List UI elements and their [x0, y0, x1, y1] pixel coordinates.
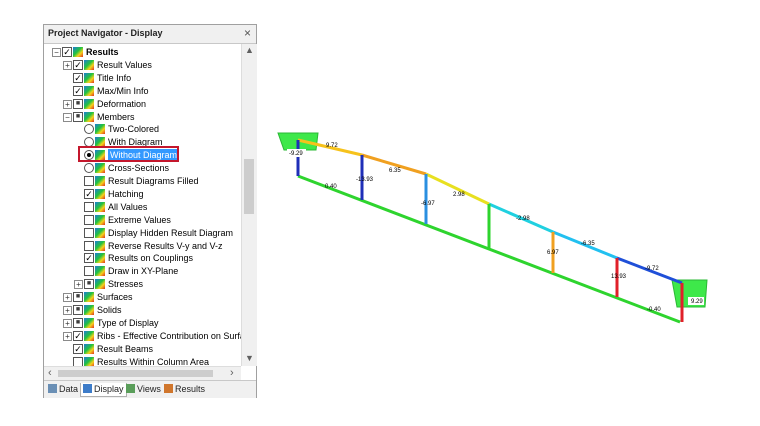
label-top-chord-6: -9.72 — [645, 266, 659, 272]
label-top-chord-4: -2.98 — [516, 216, 530, 222]
label-vertical-2: -6.97 — [421, 201, 435, 207]
label-top-chord-2: 6.35 — [389, 168, 401, 174]
label-right-end: -0.40 — [647, 307, 661, 313]
label-top-chord-3: 2.98 — [453, 192, 465, 198]
bottom-chord — [297, 174, 681, 324]
label-vertical-3: 6.97 — [547, 250, 559, 256]
label-left-support: -9.29 — [289, 151, 303, 157]
top-chord-3 — [425, 172, 490, 206]
label-left-end: 0.40 — [325, 184, 337, 190]
label-top-chord-1: 9.72 — [326, 143, 338, 149]
label-vertical-1: -13.93 — [356, 177, 374, 183]
label-right-support: 9.29 — [691, 299, 703, 305]
label-vertical-4: 13.93 — [611, 274, 627, 280]
truss-model-view: -9.29 9.29 0.40 -0.40 9.72 6.35 2.98 -2.… — [277, 132, 708, 324]
label-top-chord-5: -6.35 — [581, 241, 595, 247]
